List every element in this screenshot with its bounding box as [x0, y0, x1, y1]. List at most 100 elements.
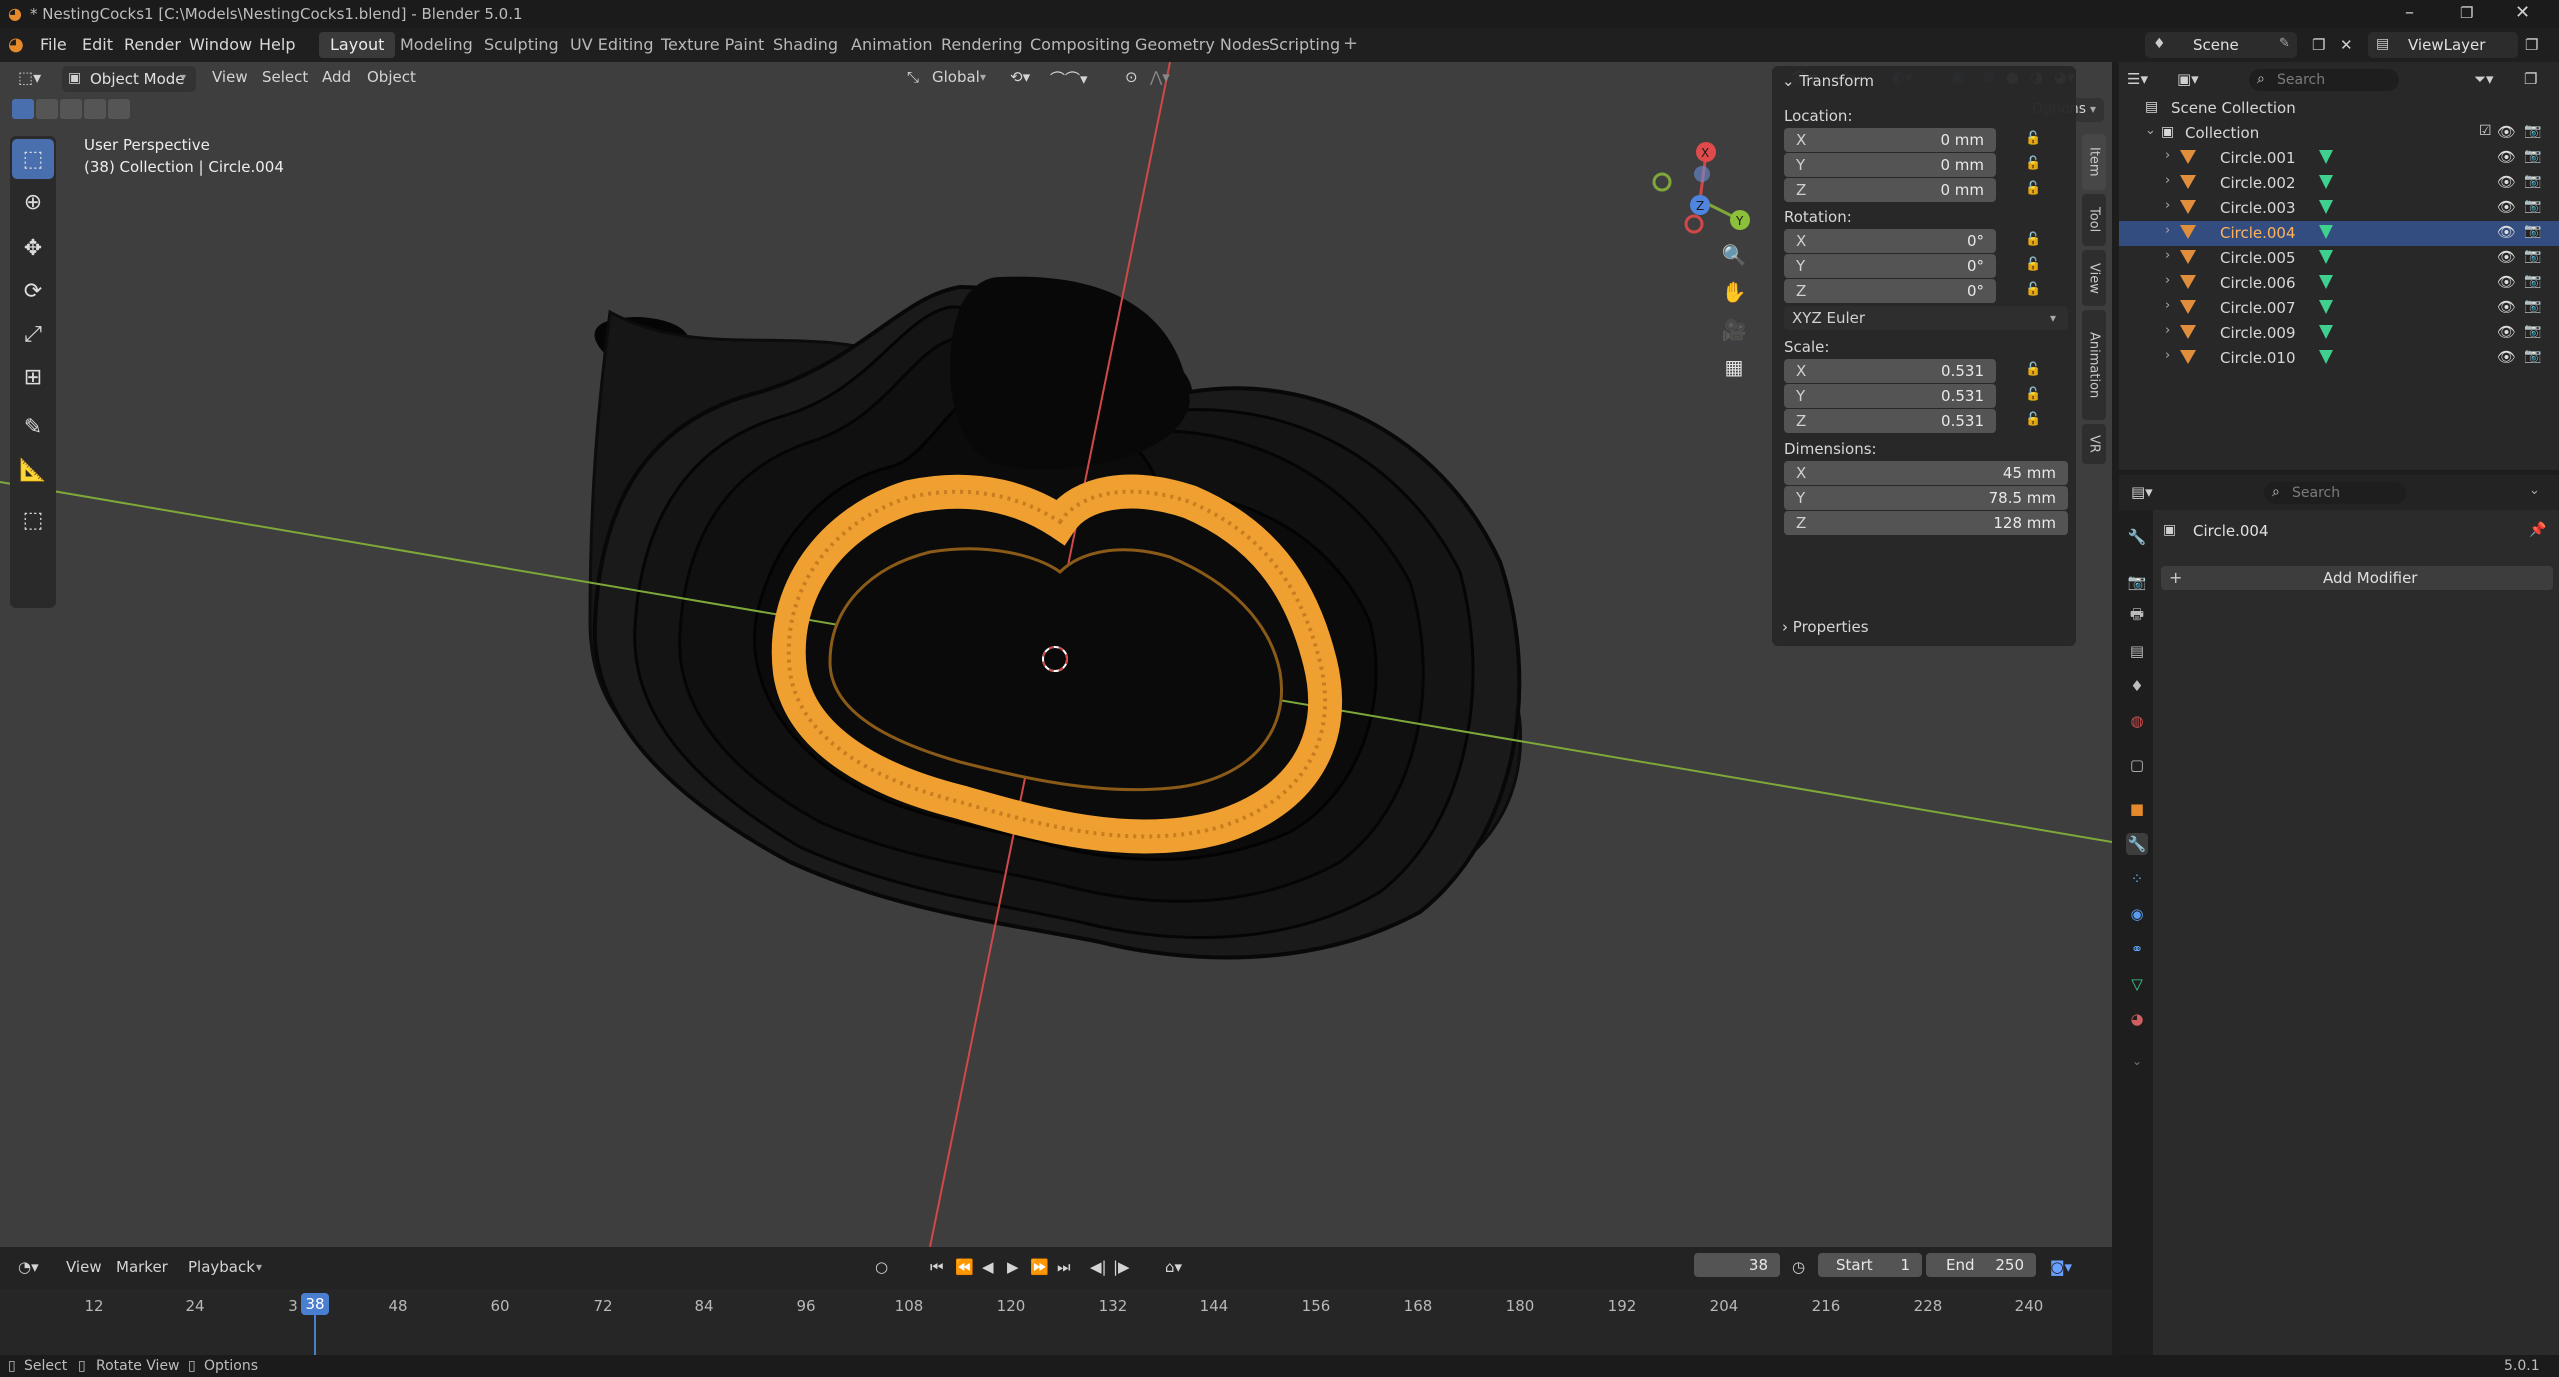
- tab-compositing[interactable]: Compositing: [1019, 32, 1141, 58]
- timeline-menu-playback[interactable]: Playback: [188, 1258, 255, 1276]
- collection-properties-icon[interactable]: ▢: [2126, 754, 2148, 776]
- material-properties-icon[interactable]: ◕: [2126, 1008, 2148, 1030]
- scene-properties-icon[interactable]: ♦: [2126, 675, 2148, 697]
- chevron-right-icon[interactable]: ›: [2165, 323, 2170, 338]
- outliner-object-row[interactable]: › Circle.002 👁 📷: [2119, 171, 2559, 196]
- camera-icon[interactable]: 📷: [2524, 148, 2541, 164]
- lock-icon[interactable]: 🔓: [2025, 181, 2041, 196]
- zoom-icon[interactable]: 🔍: [1717, 238, 1751, 272]
- properties-search-input[interactable]: ⌕ Search: [2264, 482, 2406, 504]
- menu-file[interactable]: File: [40, 35, 67, 54]
- filter-icon[interactable]: ⏷▾: [2474, 70, 2494, 88]
- falloff-icon[interactable]: ⋀▾: [1150, 68, 1170, 86]
- outliner-editor-type-icon[interactable]: ☰▾: [2127, 70, 2148, 88]
- menu-render[interactable]: Render: [124, 35, 181, 54]
- timeline-editor-type-icon[interactable]: ◔▾: [18, 1258, 39, 1276]
- camera-icon[interactable]: 📷: [2524, 273, 2541, 289]
- clock-icon[interactable]: ◷: [1792, 1258, 1805, 1276]
- camera-icon[interactable]: 📷: [2524, 323, 2541, 339]
- chevron-right-icon[interactable]: ›: [2165, 248, 2170, 263]
- eye-icon[interactable]: 👁: [2497, 298, 2516, 316]
- rotation-y-field[interactable]: Y 0°: [1784, 254, 1996, 278]
- jump-keyframe-back-icon[interactable]: ⏪: [955, 1258, 974, 1276]
- outliner-object-row[interactable]: › Circle.001 👁 📷: [2119, 146, 2559, 171]
- mesh-data-icon[interactable]: [2319, 150, 2333, 164]
- proportional-edit-icon[interactable]: ⊙: [1125, 68, 1138, 86]
- playback-sync-icon[interactable]: ◙▾: [2050, 1258, 2072, 1276]
- select-new-icon[interactable]: [12, 99, 34, 119]
- rotation-x-field[interactable]: X 0°: [1784, 229, 1996, 253]
- outliner-object-row[interactable]: › Circle.005 👁 📷: [2119, 246, 2559, 271]
- tab-layout[interactable]: Layout: [319, 32, 396, 58]
- new-collection-icon[interactable]: ❐: [2524, 70, 2537, 88]
- add-workspace-button[interactable]: +: [1343, 33, 1358, 54]
- mesh-data-icon[interactable]: [2319, 175, 2333, 189]
- camera-icon[interactable]: 📷: [2524, 348, 2541, 364]
- pin-icon[interactable]: ✎: [2279, 36, 2290, 51]
- jump-end-icon[interactable]: ⏭: [1057, 1258, 1071, 1276]
- auto-keying-icon[interactable]: ○: [875, 1258, 888, 1276]
- location-z-field[interactable]: Z 0 mm: [1784, 178, 1996, 202]
- lock-icon[interactable]: 🔓: [2025, 131, 2041, 146]
- select-subtract-icon[interactable]: [60, 99, 82, 119]
- lock-icon[interactable]: 🔓: [2025, 156, 2041, 171]
- menu-edit[interactable]: Edit: [82, 35, 113, 54]
- rotation-z-field[interactable]: Z 0°: [1784, 279, 1996, 303]
- maximize-icon[interactable]: ❐: [2460, 4, 2473, 22]
- lock-icon[interactable]: 🔓: [2025, 362, 2041, 377]
- snap-icon[interactable]: ⌒⌒▾: [1050, 68, 1088, 89]
- chevron-right-icon[interactable]: ›: [2165, 273, 2170, 288]
- annotate-tool-icon[interactable]: ✎: [12, 407, 54, 447]
- select-extend-icon[interactable]: [36, 99, 58, 119]
- chevron-down-icon[interactable]: ⌄: [2126, 1050, 2148, 1072]
- outliner-scene-collection[interactable]: ▤ Scene Collection: [2119, 96, 2559, 121]
- tab-sculpting[interactable]: Sculpting: [473, 32, 570, 58]
- mesh-data-icon[interactable]: [2319, 325, 2333, 339]
- scale-y-field[interactable]: Y 0.531: [1784, 384, 1996, 408]
- select-box-tool-icon[interactable]: ⬚: [12, 139, 54, 179]
- tab-texture-paint[interactable]: Texture Paint: [650, 32, 775, 58]
- rotate-tool-icon[interactable]: ⟳: [12, 271, 54, 311]
- outliner-object-row[interactable]: › Circle.007 👁 📷: [2119, 296, 2559, 321]
- move-tool-icon[interactable]: ✥: [12, 228, 54, 268]
- mesh-data-icon[interactable]: [2319, 200, 2333, 214]
- measure-tool-icon[interactable]: 📐: [12, 450, 54, 490]
- mesh-data-icon[interactable]: [2319, 350, 2333, 364]
- new-view-layer-icon[interactable]: ❐: [2525, 36, 2538, 54]
- delete-scene-icon[interactable]: ✕: [2340, 36, 2353, 54]
- chevron-right-icon[interactable]: ›: [2165, 148, 2170, 163]
- minimize-icon[interactable]: –: [2405, 2, 2414, 23]
- mode-dropdown[interactable]: ▣ Object Mode ▾: [62, 66, 196, 92]
- dimensions-x-field[interactable]: X 45 mm: [1784, 461, 2068, 485]
- data-properties-icon[interactable]: ▽: [2126, 973, 2148, 995]
- current-frame-field[interactable]: 38: [1694, 1253, 1780, 1277]
- outliner-object-row[interactable]: › Circle.006 👁 📷: [2119, 271, 2559, 296]
- tab-animation-n[interactable]: Animation: [2082, 310, 2106, 420]
- scale-z-field[interactable]: Z 0.531: [1784, 409, 1996, 433]
- output-properties-icon[interactable]: 🖶: [2126, 605, 2148, 627]
- view-layer-selector[interactable]: ▤ ViewLayer: [2368, 32, 2518, 58]
- camera-icon[interactable]: 📷: [2524, 298, 2541, 314]
- menu-help[interactable]: Help: [259, 35, 295, 54]
- mesh-data-icon[interactable]: [2319, 225, 2333, 239]
- mesh-data-icon[interactable]: [2319, 275, 2333, 289]
- eye-icon[interactable]: 👁: [2497, 198, 2516, 216]
- transform-section-header[interactable]: ⌄ Transform: [1782, 72, 1874, 90]
- checkbox-icon[interactable]: ☑: [2479, 123, 2492, 139]
- chevron-right-icon[interactable]: ›: [2165, 173, 2170, 188]
- viewport-menu-select[interactable]: Select: [262, 68, 308, 86]
- select-intersect-icon[interactable]: [108, 99, 130, 119]
- display-mode-icon[interactable]: ▣▾: [2177, 70, 2199, 88]
- chevron-right-icon[interactable]: ›: [2165, 298, 2170, 313]
- scale-tool-icon[interactable]: ⤢: [12, 314, 54, 354]
- jump-keyframe-forward-icon[interactable]: ⏩: [1030, 1258, 1049, 1276]
- tab-item[interactable]: Item: [2082, 134, 2106, 190]
- outliner-object-row-selected[interactable]: › Circle.004 👁 📷: [2119, 221, 2559, 246]
- eye-icon[interactable]: 👁: [2497, 123, 2516, 141]
- camera-icon[interactable]: 📷: [2524, 198, 2541, 214]
- add-modifier-button[interactable]: + Add Modifier: [2161, 566, 2553, 590]
- rotation-mode-dropdown[interactable]: XYZ Euler ▾: [1784, 306, 2068, 330]
- outliner-object-row[interactable]: › Circle.009 👁 📷: [2119, 321, 2559, 346]
- eye-icon[interactable]: 👁: [2497, 223, 2516, 241]
- camera-icon[interactable]: 📷: [2524, 248, 2541, 264]
